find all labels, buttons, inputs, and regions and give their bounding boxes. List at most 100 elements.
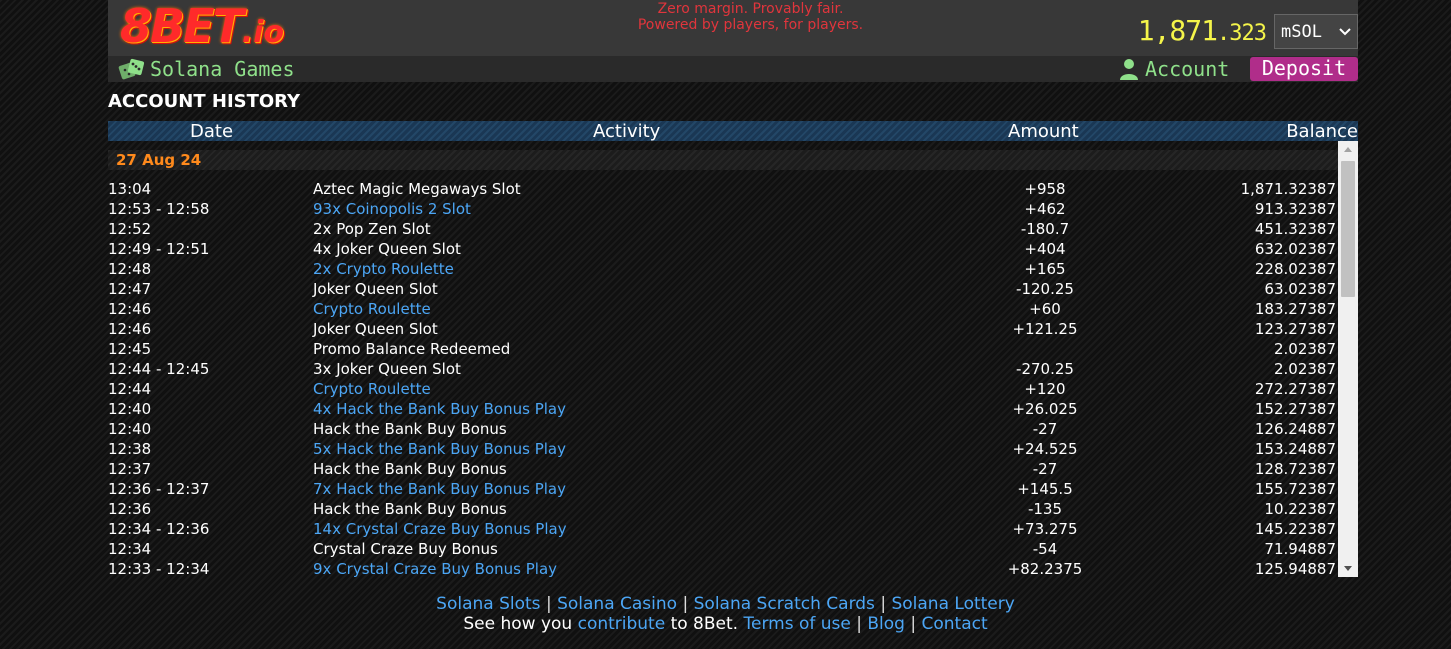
row-date: 12:48 — [108, 260, 152, 278]
row-activity[interactable]: 2x Crypto Roulette — [313, 259, 454, 279]
footer-link-terms[interactable]: Terms of use — [743, 614, 850, 634]
row-date: 12:37 — [108, 460, 152, 478]
footer-links-row: Solana Slots | Solana Casino | Solana Sc… — [0, 594, 1451, 614]
row-balance: 155.72387 — [1254, 480, 1336, 498]
table-header: Date Activity Amount Balance — [108, 121, 1358, 142]
row-activity: Hack the Bank Buy Bonus — [313, 500, 507, 518]
row-amount: -135 — [1027, 500, 1063, 518]
footer-link-contribute[interactable]: contribute — [578, 614, 666, 634]
history-table[interactable]: 27 Aug 24 13:04 Aztec Magic Megaways Slot… — [108, 141, 1358, 577]
history-rows: 13:04 Aztec Magic Megaways Slot +958 1,871.… — [108, 179, 1338, 577]
table-row: 12:44 Crypto Roulette +120 272.27387 — [108, 379, 1338, 399]
footer-link-solana-scratch-cards[interactable]: Solana Scratch Cards — [694, 594, 875, 614]
chevron-down-icon — [1339, 27, 1351, 35]
user-icon — [1120, 59, 1138, 80]
scroll-up-arrow-icon — [1344, 147, 1352, 152]
row-activity[interactable]: 5x Hack the Bank Buy Bonus Play — [313, 439, 566, 459]
row-date: 12:53 - 12:58 — [108, 200, 210, 218]
row-activity: 2x Pop Zen Slot — [313, 220, 431, 238]
footer-link-solana-lottery[interactable]: Solana Lottery — [891, 594, 1014, 614]
footer-link-contact[interactable]: Contact — [922, 614, 988, 634]
logo-suffix: .io — [241, 15, 285, 50]
date-group-header: 27 Aug 24 — [108, 150, 1338, 170]
column-header-balance: Balance — [1286, 121, 1358, 142]
table-row: 12:33 - 12:34 9x Crystal Craze Buy Bonus … — [108, 559, 1338, 577]
row-activity[interactable]: 93x Coinopolis 2 Slot — [313, 199, 471, 219]
table-row: 12:34 - 12:36 14x Crystal Craze Buy Bonus… — [108, 519, 1338, 539]
row-balance: 153.24887 — [1254, 440, 1336, 458]
row-balance: 123.27387 — [1254, 320, 1336, 338]
balance-whole: 1,871 — [1137, 14, 1218, 47]
row-date: 12:38 — [108, 440, 152, 458]
footer-separator: | — [910, 614, 917, 634]
row-activity[interactable]: Crypto Roulette — [313, 299, 431, 319]
row-activity[interactable]: 9x Crystal Craze Buy Bonus Play — [313, 559, 557, 577]
table-row: 12:40 4x Hack the Bank Buy Bonus Play +26.… — [108, 399, 1338, 419]
row-date: 12:49 - 12:51 — [108, 240, 210, 258]
footer-separator: | — [682, 594, 689, 614]
row-activity[interactable]: 7x Hack the Bank Buy Bonus Play — [313, 479, 566, 499]
row-balance: 451.32387 — [1254, 220, 1336, 238]
footer-separator: | — [856, 614, 862, 634]
row-amount: +60 — [1029, 300, 1061, 318]
footer-link-solana-casino[interactable]: Solana Casino — [557, 594, 677, 614]
table-row: 12:36 - 12:37 7x Hack the Bank Buy Bonus … — [108, 479, 1338, 499]
scroll-up-button[interactable] — [1338, 141, 1358, 158]
row-date: 12:46 — [108, 320, 152, 338]
account-link[interactable]: Account — [1119, 57, 1229, 81]
row-amount: +24.525 — [1012, 440, 1078, 458]
row-date: 12:46 — [108, 300, 152, 318]
row-activity[interactable]: 4x Hack the Bank Buy Bonus Play — [313, 399, 566, 419]
row-activity: Joker Queen Slot — [313, 280, 438, 298]
row-balance: 71.94887 — [1264, 540, 1336, 558]
row-activity: 4x Joker Queen Slot — [313, 240, 461, 258]
row-date: 12:45 — [108, 340, 152, 358]
table-scrollbar[interactable] — [1338, 141, 1358, 577]
balance-display: 1,871.323 — [1137, 14, 1267, 47]
account-label: Account — [1145, 57, 1230, 81]
table-row: 12:46 Crypto Roulette +60 183.27387 — [108, 299, 1338, 319]
tagline-line-2: Powered by players, for players. — [637, 17, 864, 33]
row-amount: +145.5 — [1017, 480, 1073, 498]
tagline: Zero margin. Provably fair. Powered by p… — [558, 1, 943, 33]
scroll-down-arrow-icon — [1344, 566, 1352, 571]
column-header-amount: Amount — [1008, 121, 1079, 142]
currency-select[interactable]: mSOL — [1274, 14, 1358, 49]
scroll-down-button[interactable] — [1338, 560, 1358, 577]
row-activity: Hack the Bank Buy Bonus — [313, 420, 507, 438]
site-logo[interactable]: 8BET.io — [120, 0, 284, 54]
solana-games-link[interactable]: Solana Games — [118, 57, 295, 81]
row-amount: -180.7 — [1020, 220, 1070, 238]
row-date: 12:44 - 12:45 — [108, 360, 210, 378]
currency-selected: mSOL — [1281, 21, 1322, 42]
row-activity: Hack the Bank Buy Bonus — [313, 460, 507, 478]
row-activity[interactable]: 14x Crystal Craze Buy Bonus Play — [313, 519, 567, 539]
row-date: 13:04 — [108, 180, 152, 198]
table-row: 12:44 - 12:45 3x Joker Queen Slot -270.25 2… — [108, 359, 1338, 379]
row-balance: 228.02387 — [1254, 260, 1336, 278]
row-date: 12:47 — [108, 280, 152, 298]
row-amount: -27 — [1032, 460, 1058, 478]
footer-separator: | — [545, 594, 552, 614]
row-balance: 125.94887 — [1254, 560, 1336, 577]
row-amount: +120 — [1024, 380, 1066, 398]
row-activity: Joker Queen Slot — [313, 320, 438, 338]
scroll-thumb[interactable] — [1341, 161, 1355, 297]
table-row: 12:46 Joker Queen Slot +121.25 123.27387 — [108, 319, 1338, 339]
row-activity[interactable]: Crypto Roulette — [313, 379, 431, 399]
row-amount: +26.025 — [1012, 400, 1078, 418]
row-balance: 145.22387 — [1254, 520, 1336, 538]
row-amount: -54 — [1032, 540, 1058, 558]
table-row: 12:45 Promo Balance Redeemed 2.02387 — [108, 339, 1338, 359]
row-amount: -270.25 — [1016, 360, 1074, 378]
row-amount: +404 — [1024, 240, 1066, 258]
footer-link-blog[interactable]: Blog — [867, 614, 905, 634]
table-row: 12:37 Hack the Bank Buy Bonus -27 128.72387 — [108, 459, 1338, 479]
footer-link-solana-slots[interactable]: Solana Slots — [436, 594, 540, 614]
row-amount: +958 — [1024, 180, 1066, 198]
column-header-activity: Activity — [593, 121, 661, 142]
table-row: 12:48 2x Crypto Roulette +165 228.02387 — [108, 259, 1338, 279]
deposit-button[interactable]: Deposit — [1250, 57, 1358, 81]
row-date: 12:34 - 12:36 — [108, 520, 210, 538]
row-balance: 272.27387 — [1254, 380, 1336, 398]
